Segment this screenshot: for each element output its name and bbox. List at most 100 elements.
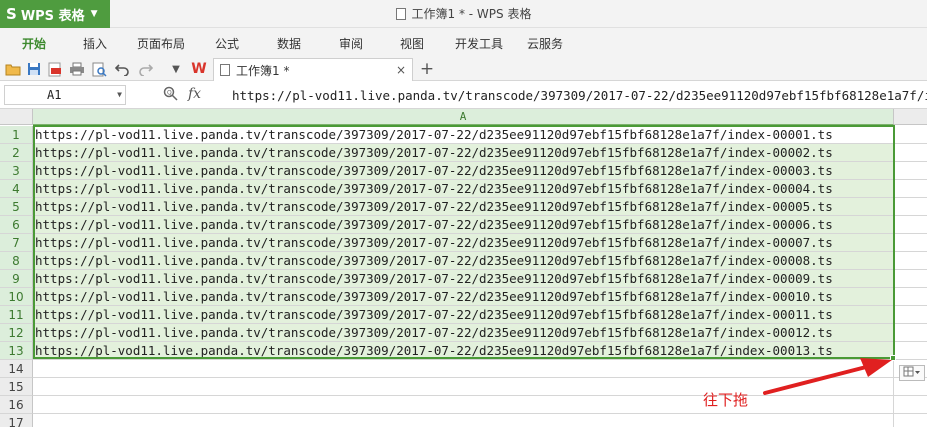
new-tab-button[interactable]: + xyxy=(418,59,436,79)
tab-formulas[interactable]: 公式 xyxy=(215,28,239,58)
window-title-text: 工作簿1 * - WPS 表格 xyxy=(411,7,532,21)
tab-data[interactable]: 数据 xyxy=(277,28,301,58)
row-header[interactable]: 4 xyxy=(0,180,33,198)
row-header[interactable]: 16 xyxy=(0,396,33,414)
annotation-label: 往下拖 xyxy=(703,391,749,409)
chevron-down-icon: ▼ xyxy=(90,9,98,19)
row-header[interactable]: 3 xyxy=(0,162,33,180)
select-all-corner[interactable] xyxy=(0,109,33,125)
window-title: 工作簿1 * - WPS 表格 xyxy=(0,0,927,28)
open-icon[interactable] xyxy=(5,61,21,77)
print-icon[interactable] xyxy=(69,61,85,77)
name-box[interactable]: A1 ▼ xyxy=(4,85,126,105)
row-header[interactable]: 12 xyxy=(0,324,33,342)
row-header[interactable]: 14 xyxy=(0,360,33,378)
app-menu-button[interactable]: S WPS 表格 ▼ xyxy=(0,0,110,28)
cell-a[interactable]: https://pl-vod11.live.panda.tv/transcode… xyxy=(33,180,894,198)
ribbon-tabs: 开始 插入 页面布局 公式 数据 审阅 视图 开发工具 云服务 xyxy=(0,28,927,58)
table-row: 11 https://pl-vod11.live.panda.tv/transc… xyxy=(0,306,927,324)
row-header[interactable]: 10 xyxy=(0,288,33,306)
cell-a[interactable]: https://pl-vod11.live.panda.tv/transcode… xyxy=(33,234,894,252)
row-header[interactable]: 11 xyxy=(0,306,33,324)
title-bar: S WPS 表格 ▼ 工作簿1 * - WPS 表格 xyxy=(0,0,927,28)
document-icon xyxy=(220,64,230,76)
wps-logo-icon[interactable]: W xyxy=(191,61,207,77)
cell-b[interactable] xyxy=(894,198,927,216)
table-row: 10 https://pl-vod11.live.panda.tv/transc… xyxy=(0,288,927,306)
app-name-label: WPS 表格 xyxy=(20,8,85,24)
cell-b[interactable] xyxy=(894,306,927,324)
tab-home[interactable]: 开始 xyxy=(22,28,46,58)
auto-fill-options-button[interactable] xyxy=(899,365,925,381)
tab-view[interactable]: 视图 xyxy=(400,28,424,58)
cell-b[interactable] xyxy=(894,162,927,180)
cell-b[interactable] xyxy=(894,234,927,252)
tab-page-layout[interactable]: 页面布局 xyxy=(137,28,185,58)
save-icon[interactable] xyxy=(26,61,42,77)
cell-b[interactable] xyxy=(894,252,927,270)
cell-b[interactable] xyxy=(894,270,927,288)
table-row: 2 https://pl-vod11.live.panda.tv/transco… xyxy=(0,144,927,162)
table-row: 17 xyxy=(0,414,927,427)
redo-icon[interactable] xyxy=(138,61,154,77)
tab-review[interactable]: 审阅 xyxy=(339,28,363,58)
cell-a[interactable]: https://pl-vod11.live.panda.tv/transcode… xyxy=(33,162,894,180)
document-tab-label: 工作簿1 * xyxy=(236,63,290,78)
tab-cloud-service[interactable]: 云服务 xyxy=(527,28,563,58)
row-header[interactable]: 6 xyxy=(0,216,33,234)
row-header[interactable]: 8 xyxy=(0,252,33,270)
row-header[interactable]: 9 xyxy=(0,270,33,288)
table-row: 8 https://pl-vod11.live.panda.tv/transco… xyxy=(0,252,927,270)
cell-b[interactable] xyxy=(894,288,927,306)
cell-a[interactable]: https://pl-vod11.live.panda.tv/transcode… xyxy=(33,306,894,324)
cell-a[interactable]: https://pl-vod11.live.panda.tv/transcode… xyxy=(33,324,894,342)
cell-a[interactable] xyxy=(33,414,894,427)
table-row: 9 https://pl-vod11.live.panda.tv/transco… xyxy=(0,270,927,288)
cell-a[interactable]: https://pl-vod11.live.panda.tv/transcode… xyxy=(33,198,894,216)
table-row: 4 https://pl-vod11.live.panda.tv/transco… xyxy=(0,180,927,198)
cell-a[interactable]: https://pl-vod11.live.panda.tv/transcode… xyxy=(33,126,894,144)
close-icon[interactable]: × xyxy=(394,63,408,77)
row-header[interactable]: 2 xyxy=(0,144,33,162)
wps-s-logo-icon: S xyxy=(6,5,17,23)
row-header[interactable]: 5 xyxy=(0,198,33,216)
tab-developer[interactable]: 开发工具 xyxy=(455,28,503,58)
zoom-search-icon[interactable]: Q xyxy=(163,86,179,104)
cell-b[interactable] xyxy=(894,144,927,162)
column-header-a[interactable]: A xyxy=(33,109,894,125)
export-pdf-icon[interactable] xyxy=(47,61,63,77)
cell-b[interactable] xyxy=(894,216,927,234)
row-header[interactable]: 13 xyxy=(0,342,33,360)
table-row: 7 https://pl-vod11.live.panda.tv/transco… xyxy=(0,234,927,252)
name-box-value: A1 xyxy=(47,88,62,102)
cell-b[interactable] xyxy=(894,414,927,427)
more-dropdown-icon[interactable]: ▼ xyxy=(168,61,184,77)
formula-input[interactable]: https://pl-vod11.live.panda.tv/transcode… xyxy=(224,84,927,106)
row-header[interactable]: 15 xyxy=(0,378,33,396)
svg-text:Q: Q xyxy=(167,90,172,97)
row-header[interactable]: 1 xyxy=(0,126,33,144)
row-header[interactable]: 7 xyxy=(0,234,33,252)
cell-a[interactable]: https://pl-vod11.live.panda.tv/transcode… xyxy=(33,288,894,306)
undo-icon[interactable] xyxy=(114,61,130,77)
insert-function-icon[interactable]: fx xyxy=(188,86,208,104)
chevron-down-icon[interactable]: ▼ xyxy=(117,86,122,104)
cell-a[interactable]: https://pl-vod11.live.panda.tv/transcode… xyxy=(33,216,894,234)
row-header[interactable]: 17 xyxy=(0,414,33,427)
document-icon xyxy=(395,8,406,20)
print-preview-icon[interactable] xyxy=(91,61,107,77)
cell-a[interactable]: https://pl-vod11.live.panda.tv/transcode… xyxy=(33,252,894,270)
cell-a[interactable]: https://pl-vod11.live.panda.tv/transcode… xyxy=(33,144,894,162)
quick-access-toolbar: ▼ W 工作簿1 * × + xyxy=(0,58,927,81)
table-row: 12 https://pl-vod11.live.panda.tv/transc… xyxy=(0,324,927,342)
cell-b[interactable] xyxy=(894,180,927,198)
cell-b[interactable] xyxy=(894,324,927,342)
document-tab[interactable]: 工作簿1 * × xyxy=(213,58,413,81)
cell-b[interactable] xyxy=(894,126,927,144)
tab-insert[interactable]: 插入 xyxy=(83,28,107,58)
cell-a[interactable]: https://pl-vod11.live.panda.tv/transcode… xyxy=(33,270,894,288)
annotation-arrow-icon xyxy=(763,358,892,395)
table-row: 1 https://pl-vod11.live.panda.tv/transco… xyxy=(0,126,927,144)
column-header-b[interactable] xyxy=(894,109,927,125)
table-row: 5 https://pl-vod11.live.panda.tv/transco… xyxy=(0,198,927,216)
